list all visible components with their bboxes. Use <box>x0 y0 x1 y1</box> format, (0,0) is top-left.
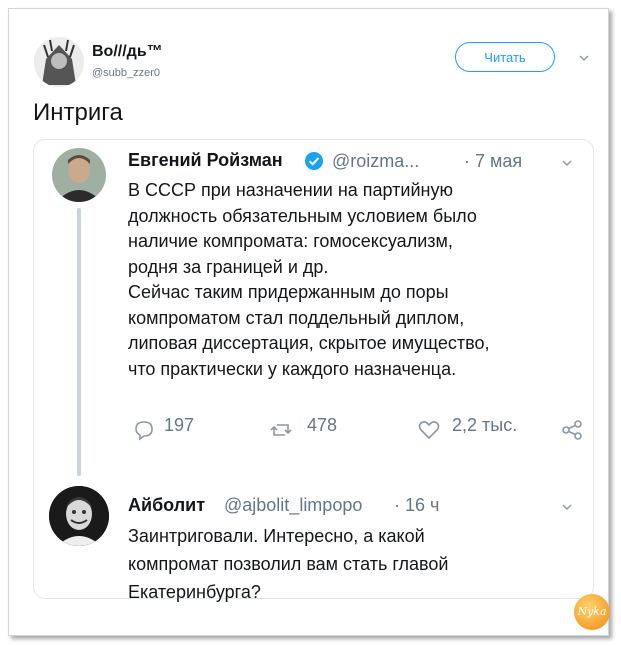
text-line: Заинтриговали. Интересно, а какой <box>128 526 425 546</box>
reply-author-name[interactable]: Айболит <box>128 495 205 516</box>
tweet-card: Во///дь™ @subb_zzer0 Читать Интрига Евге… <box>8 8 610 636</box>
watermark-logo: Nyka <box>574 594 610 630</box>
text-line: что практически у каждого назначенца. <box>128 358 457 379</box>
verified-badge-icon <box>305 152 323 170</box>
chevron-down-icon[interactable] <box>579 53 589 63</box>
text-line: В СССР при назначении на партийную <box>128 180 453 200</box>
text-line: липовая диссертация, скрытое имущество, <box>128 333 490 353</box>
quoted-thread[interactable]: Евгений Ройзман @roizma... · 7 мая В ССС… <box>33 139 594 602</box>
quoted-avatar[interactable] <box>52 148 106 202</box>
text-line: Екатеринбурга? <box>128 582 261 602</box>
reply-count: 197 <box>164 415 195 435</box>
text-line: компромат позволил вам стать главой <box>128 554 449 574</box>
author-name[interactable]: Во///дь™ <box>92 43 163 61</box>
reply-author-handle[interactable]: @ajbolit_limpopo <box>224 495 362 516</box>
text-line: родня за границей и др. <box>128 256 329 277</box>
text-line: Сейчас таким придержанным до поры <box>128 282 449 302</box>
author-avatar[interactable] <box>34 37 84 87</box>
retweet-count: 478 <box>307 415 338 435</box>
chevron-down-icon[interactable] <box>562 502 572 512</box>
text-line: компроматом стал поддельный диплом, <box>128 307 465 328</box>
like-icon[interactable] <box>417 418 441 442</box>
author-handle[interactable]: @subb_zzer0 <box>92 67 160 79</box>
text-line: должность обязательным условием было <box>128 205 477 226</box>
quoted-author-name[interactable]: Евгений Ройзман <box>128 150 283 171</box>
reply-timestamp[interactable]: · 16 ч <box>394 495 439 516</box>
reply-icon[interactable] <box>132 418 156 442</box>
follow-button[interactable]: Читать <box>455 42 555 72</box>
thread-line <box>77 208 81 476</box>
quoted-timestamp[interactable]: · 7 мая <box>464 151 522 172</box>
like-count: 2,2 тыс. <box>452 415 518 435</box>
quoted-tweet-text: В СССР при назначении на партийную должн… <box>128 178 568 382</box>
quoted-author-handle[interactable]: @roizma... <box>332 151 419 172</box>
chevron-down-icon[interactable] <box>562 158 572 168</box>
reply-avatar[interactable] <box>49 486 109 546</box>
reply-text: Заинтриговали. Интересно, а какой компро… <box>128 522 568 606</box>
tweet-text: Интрига <box>33 99 123 126</box>
text-line: наличие компромата: гомосексуализм, <box>128 231 453 251</box>
retweet-icon[interactable] <box>269 418 293 442</box>
share-icon[interactable] <box>560 418 584 442</box>
